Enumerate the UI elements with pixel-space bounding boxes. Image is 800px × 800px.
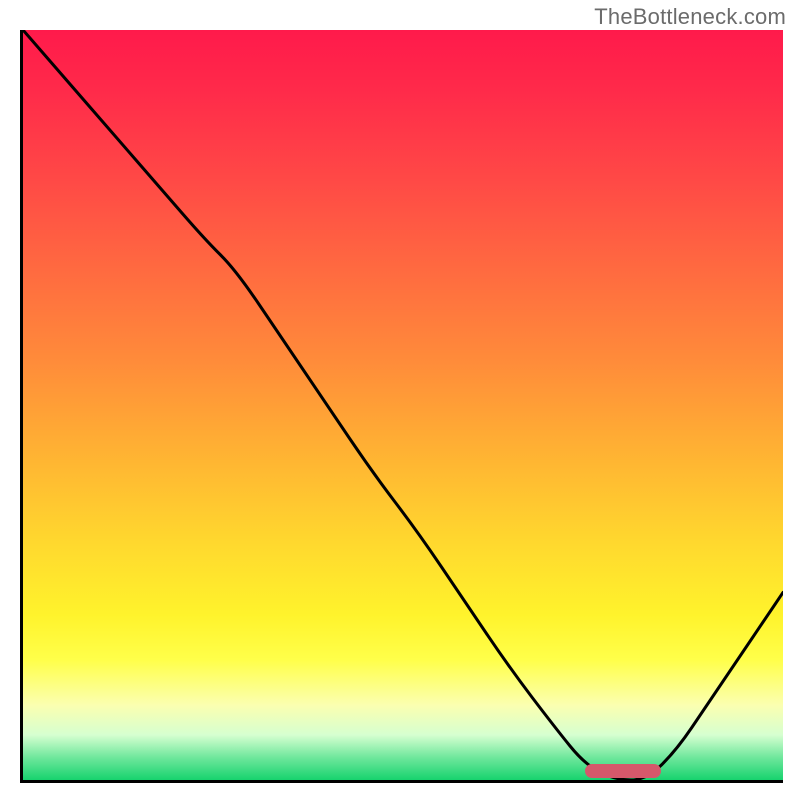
curve-svg [23,30,783,780]
chart-container: TheBottleneck.com [0,0,800,800]
optimal-range-marker [585,764,661,778]
plot-area [20,30,783,783]
watermark-text: TheBottleneck.com [594,4,786,30]
bottleneck-curve-path [23,30,783,780]
